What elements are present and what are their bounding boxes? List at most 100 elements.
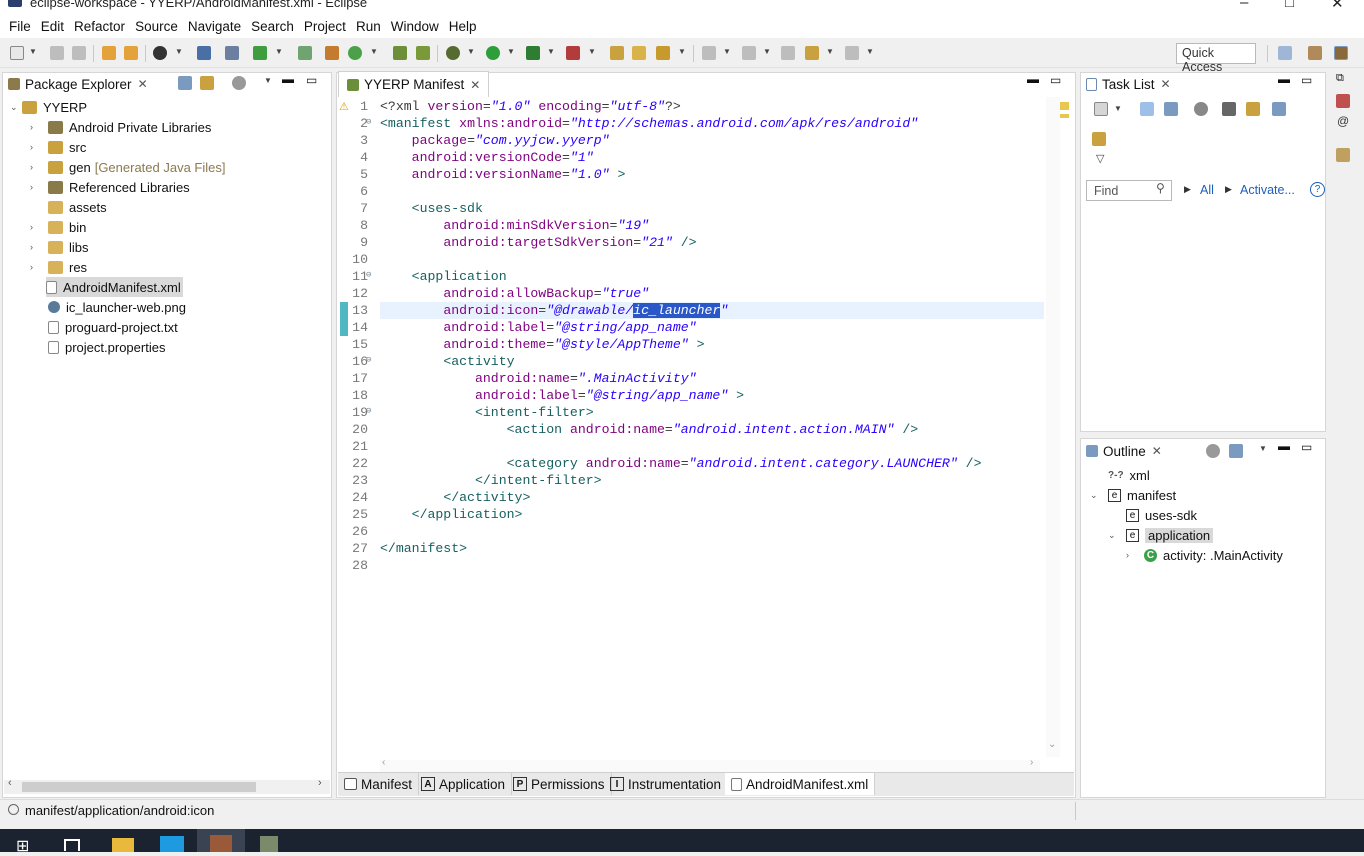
editor-horizontal-scrollbar[interactable]: ‹ › xyxy=(380,757,1040,772)
occurrence-ruler-mark[interactable] xyxy=(1060,114,1069,118)
close-icon[interactable]: ✕ xyxy=(1152,444,1162,458)
minimize-view-icon[interactable]: ▬ xyxy=(1027,72,1039,86)
menu-window[interactable]: Window xyxy=(386,19,444,34)
activate-link[interactable]: Activate... xyxy=(1240,183,1295,197)
windows-start-icon[interactable]: ⊞ xyxy=(16,836,29,856)
code-line[interactable]: <uses-sdk xyxy=(380,201,483,216)
close-window-button[interactable]: ✕ xyxy=(1331,0,1344,12)
eclipse-taskbar-button[interactable] xyxy=(197,829,245,852)
code-line[interactable]: package="com.yyjcw.yyerp" xyxy=(380,133,610,148)
code-line[interactable]: android:icon="@drawable/ic_launcher" xyxy=(380,303,728,318)
expand-toggle-icon[interactable]: › xyxy=(1126,550,1138,560)
menu-file[interactable]: File xyxy=(4,19,36,34)
file-explorer-icon[interactable] xyxy=(112,838,134,852)
code-line[interactable]: android:minSdkVersion="19" xyxy=(380,218,649,233)
code-line[interactable]: <category android:name="android.intent.c… xyxy=(380,456,982,471)
filters-icon[interactable] xyxy=(232,76,246,90)
chevron-down-icon[interactable]: ▼ xyxy=(866,47,874,56)
avd-manager-icon[interactable] xyxy=(124,46,138,60)
code-line[interactable]: </application> xyxy=(380,507,523,522)
chevron-down-icon[interactable]: ▼ xyxy=(175,47,183,56)
account-icon[interactable] xyxy=(153,46,167,60)
code-line[interactable]: android:versionCode="1" xyxy=(380,150,594,165)
code-line[interactable]: android:targetSdkVersion="21" /> xyxy=(380,235,696,250)
app-icon[interactable] xyxy=(160,836,184,852)
new-class-icon[interactable] xyxy=(348,46,362,60)
focus-icon[interactable] xyxy=(1194,102,1208,116)
android-project-icon[interactable] xyxy=(393,46,407,60)
save-all-icon[interactable] xyxy=(72,46,86,60)
outline-item-application[interactable]: ⌄ e application xyxy=(1108,525,1214,545)
page-tab-manifest[interactable]: Manifest xyxy=(338,773,420,795)
sort-icon[interactable] xyxy=(1206,444,1220,458)
chevron-down-icon[interactable]: ▼ xyxy=(29,47,37,56)
view-menu-icon[interactable]: ▼ xyxy=(1259,444,1267,453)
code-line[interactable]: android:name=".MainActivity" xyxy=(380,371,697,386)
open-folder-icon[interactable] xyxy=(610,46,624,60)
chevron-down-icon[interactable]: ▼ xyxy=(826,47,834,56)
chevron-down-icon[interactable]: ▽ xyxy=(1096,152,1104,165)
android-sdk-icon[interactable] xyxy=(102,46,116,60)
code-line[interactable]: <?xml version="1.0" encoding="utf-8"?> xyxy=(380,99,681,114)
close-icon[interactable]: ✕ xyxy=(138,77,148,91)
menu-edit[interactable]: Edit xyxy=(36,19,69,34)
open-task-icon[interactable] xyxy=(632,46,646,60)
sync-icon[interactable] xyxy=(1246,102,1260,116)
menu-help[interactable]: Help xyxy=(444,19,482,34)
new-icon[interactable] xyxy=(10,46,24,60)
chevron-down-icon[interactable]: ▼ xyxy=(547,47,555,56)
scheduled-icon[interactable] xyxy=(1164,102,1178,116)
outline-item-uses-sdk[interactable]: e uses-sdk xyxy=(1108,505,1197,525)
menu-project[interactable]: Project xyxy=(299,19,351,34)
menu-source[interactable]: Source xyxy=(130,19,183,34)
fold-collapse-icon[interactable]: ⊖ xyxy=(366,355,371,365)
scrollbar-thumb[interactable] xyxy=(22,782,256,792)
fold-collapse-icon[interactable]: ⊖ xyxy=(366,117,371,127)
page-tab-instrumentation[interactable]: I Instrumentation xyxy=(604,773,729,795)
code-line[interactable]: </intent-filter> xyxy=(380,473,602,488)
code-line[interactable]: <manifest xmlns:android="http://schemas.… xyxy=(380,116,918,131)
minimize-button[interactable]: – xyxy=(1240,0,1248,11)
maximize-view-icon[interactable]: ▭ xyxy=(1301,440,1312,454)
hide-completed-icon[interactable] xyxy=(1222,102,1236,116)
code-line[interactable]: <action android:name="android.intent.act… xyxy=(380,422,919,437)
save-icon[interactable] xyxy=(50,46,64,60)
minimize-view-icon[interactable]: ▬ xyxy=(1278,439,1290,453)
maximize-view-icon[interactable]: ▭ xyxy=(306,73,317,87)
code-line[interactable]: <application xyxy=(380,269,507,284)
checklist-icon[interactable] xyxy=(253,46,267,60)
page-tab-application[interactable]: A Application xyxy=(415,773,513,795)
scroll-down-icon[interactable]: ⌄ xyxy=(1048,739,1056,750)
code-line[interactable]: <intent-filter> xyxy=(380,405,594,420)
forward-arrow-icon[interactable] xyxy=(845,46,859,60)
open-perspective-icon[interactable] xyxy=(1278,46,1292,60)
chevron-down-icon[interactable]: ▼ xyxy=(1114,104,1122,113)
chevron-down-icon[interactable]: ▼ xyxy=(370,47,378,56)
run-icon[interactable] xyxy=(486,46,500,60)
code-line[interactable]: android:theme="@style/AppTheme" > xyxy=(380,337,704,352)
code-line[interactable]: android:versionName="1.0" > xyxy=(380,167,626,182)
page-tab-androidmanifest-xml[interactable]: AndroidManifest.xml xyxy=(725,773,876,795)
tab-package-explorer[interactable]: Package Explorer ✕ xyxy=(8,71,148,97)
horizontal-scrollbar[interactable]: ‹ › xyxy=(4,777,330,794)
chevron-down-icon[interactable]: ▼ xyxy=(588,47,596,56)
coverage-icon[interactable] xyxy=(526,46,540,60)
chevron-down-icon[interactable]: ▼ xyxy=(467,47,475,56)
java-perspective-icon[interactable] xyxy=(1334,46,1348,60)
tab-outline[interactable]: Outline ✕ xyxy=(1086,438,1162,464)
maximize-view-icon[interactable]: ▭ xyxy=(1050,73,1061,87)
link-with-editor-icon[interactable] xyxy=(200,76,214,90)
collapse-all-icon[interactable] xyxy=(1272,102,1286,116)
menu-navigate[interactable]: Navigate xyxy=(183,19,246,34)
menu-search[interactable]: Search xyxy=(246,19,299,34)
code-line[interactable]: </activity> xyxy=(380,490,530,505)
chevron-down-icon[interactable]: ▼ xyxy=(275,47,283,56)
next-annotation-icon[interactable] xyxy=(702,46,716,60)
chevron-down-icon[interactable]: ▼ xyxy=(723,47,731,56)
scroll-right-icon[interactable]: › xyxy=(1030,757,1033,768)
new-task-icon[interactable] xyxy=(1094,102,1108,116)
collapse-all-icon[interactable] xyxy=(178,76,192,90)
outline-item-activity-mainactivity[interactable]: › Cactivity: .MainActivity xyxy=(1126,545,1283,565)
menu-run[interactable]: Run xyxy=(351,19,386,34)
declaration-view-icon[interactable] xyxy=(1336,148,1350,162)
